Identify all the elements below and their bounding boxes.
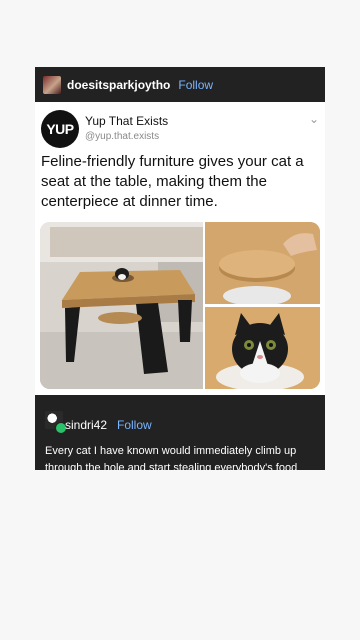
account-logo: YUP xyxy=(41,110,79,148)
account-name: Yup That Exists xyxy=(85,114,169,128)
table-photo xyxy=(40,222,203,389)
user-avatar[interactable] xyxy=(43,75,61,94)
tweet-text: Feline-friendly furniture gives your cat… xyxy=(41,153,304,210)
tweet-card: YUP Yup That Exists @yup.that.exists ⌄ F… xyxy=(35,102,325,395)
post-header: doesitsparkjoytho Follow xyxy=(35,67,325,102)
cat-photo-art xyxy=(205,307,320,389)
lid-photo-art xyxy=(205,222,320,304)
logo-text: YUP xyxy=(46,121,74,137)
chevron-down-icon[interactable]: ⌄ xyxy=(309,112,319,126)
lid-photo xyxy=(205,222,320,304)
table-photo-art xyxy=(40,222,203,389)
post-username[interactable]: doesitsparkjoytho xyxy=(67,78,170,92)
comment: sindri42 Follow Every cat I have known w… xyxy=(35,395,325,470)
commenter-follow-button[interactable]: Follow xyxy=(117,418,152,432)
account-handle: @yup.that.exists xyxy=(85,131,160,142)
cat-photo xyxy=(205,307,320,389)
comment-text: Every cat I have known would immediately… xyxy=(45,445,298,470)
post: doesitsparkjoytho Follow YUP Yup That Ex… xyxy=(35,67,325,470)
follow-button[interactable]: Follow xyxy=(178,78,213,92)
commenter-username[interactable]: sindri42 xyxy=(65,418,107,432)
